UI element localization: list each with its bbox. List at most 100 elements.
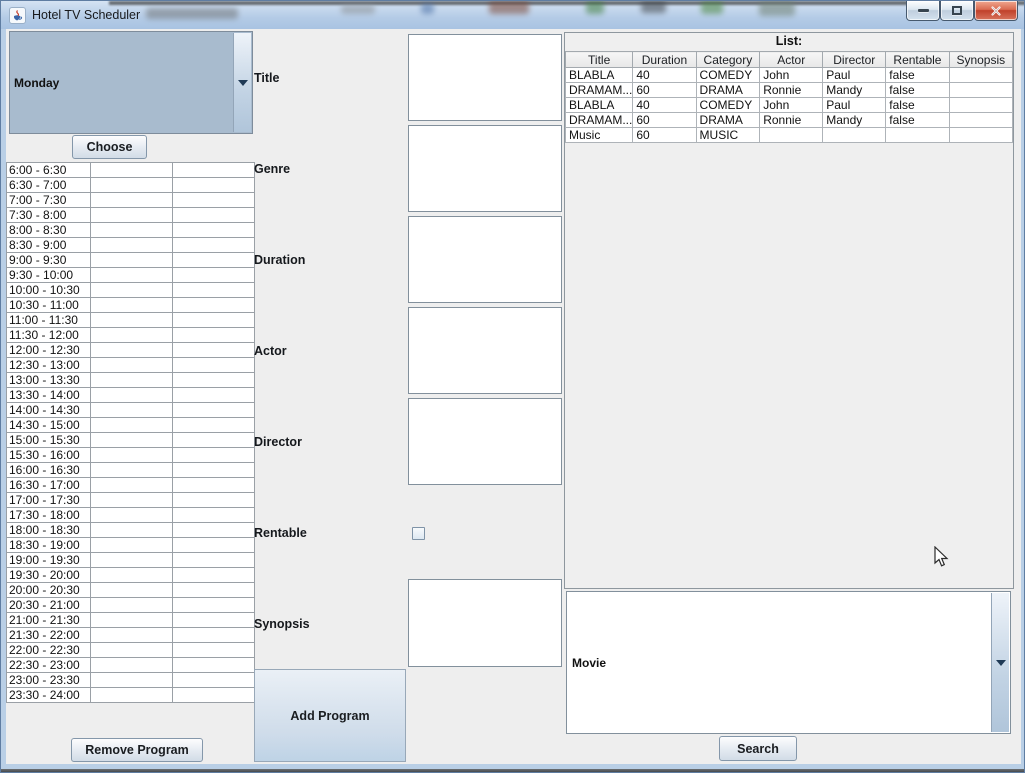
schedule-row[interactable]: 16:30 - 17:00 xyxy=(6,477,255,493)
time-slot-label[interactable]: 23:30 - 24:00 xyxy=(6,687,91,703)
schedule-cell[interactable] xyxy=(172,252,255,268)
time-slot-label[interactable]: 6:30 - 7:00 xyxy=(6,177,91,193)
schedule-cell[interactable] xyxy=(172,357,255,373)
schedule-row[interactable]: 22:00 - 22:30 xyxy=(6,642,255,658)
schedule-cell[interactable] xyxy=(172,402,255,418)
schedule-cell[interactable] xyxy=(90,402,173,418)
synopsis-input[interactable] xyxy=(408,579,562,667)
time-slot-label[interactable]: 11:30 - 12:00 xyxy=(6,327,91,343)
time-slot-label[interactable]: 10:00 - 10:30 xyxy=(6,282,91,298)
schedule-row[interactable]: 21:30 - 22:00 xyxy=(6,627,255,643)
time-slot-label[interactable]: 23:00 - 23:30 xyxy=(6,672,91,688)
schedule-cell[interactable] xyxy=(90,222,173,238)
schedule-row[interactable]: 8:00 - 8:30 xyxy=(6,222,255,238)
schedule-cell[interactable] xyxy=(90,657,173,673)
schedule-cell[interactable] xyxy=(90,447,173,463)
list-cell[interactable]: John xyxy=(759,97,824,113)
time-slot-label[interactable]: 15:00 - 15:30 xyxy=(6,432,91,448)
schedule-cell[interactable] xyxy=(90,327,173,343)
category-combobox[interactable]: Movie xyxy=(566,591,1011,734)
schedule-row[interactable]: 19:00 - 19:30 xyxy=(6,552,255,568)
schedule-cell[interactable] xyxy=(90,252,173,268)
schedule-cell[interactable] xyxy=(172,597,255,613)
add-program-button[interactable]: Add Program xyxy=(254,669,406,762)
schedule-row[interactable]: 22:30 - 23:00 xyxy=(6,657,255,673)
day-combobox-arrow-button[interactable] xyxy=(233,33,251,132)
search-button[interactable]: Search xyxy=(719,736,797,761)
schedule-cell[interactable] xyxy=(90,267,173,283)
list-cell[interactable]: DRAMAM... xyxy=(564,82,634,98)
schedule-cell[interactable] xyxy=(172,552,255,568)
schedule-cell[interactable] xyxy=(90,297,173,313)
time-slot-label[interactable]: 6:00 - 6:30 xyxy=(6,162,91,178)
list-cell[interactable]: Mandy xyxy=(822,82,887,98)
category-combobox-arrow-button[interactable] xyxy=(991,593,1009,732)
list-cell[interactable]: 40 xyxy=(632,67,697,83)
list-cell[interactable]: false xyxy=(885,67,950,83)
time-slot-label[interactable]: 19:30 - 20:00 xyxy=(6,567,91,583)
schedule-cell[interactable] xyxy=(90,507,173,523)
schedule-cell[interactable] xyxy=(172,417,255,433)
schedule-cell[interactable] xyxy=(172,687,255,703)
schedule-row[interactable]: 7:00 - 7:30 xyxy=(6,192,255,208)
list-column-header[interactable]: Actor xyxy=(759,51,824,68)
schedule-row[interactable]: 12:30 - 13:00 xyxy=(6,357,255,373)
schedule-row[interactable]: 23:30 - 24:00 xyxy=(6,687,255,703)
time-slot-label[interactable]: 19:00 - 19:30 xyxy=(6,552,91,568)
schedule-cell[interactable] xyxy=(90,237,173,253)
schedule-cell[interactable] xyxy=(90,192,173,208)
list-cell[interactable]: DRAMAM... xyxy=(564,112,634,128)
schedule-cell[interactable] xyxy=(90,432,173,448)
title-input[interactable] xyxy=(408,34,562,121)
schedule-row[interactable]: 23:00 - 23:30 xyxy=(6,672,255,688)
list-column-header[interactable]: Rentable xyxy=(885,51,950,68)
list-column-header[interactable]: Category xyxy=(695,51,761,68)
list-cell[interactable] xyxy=(822,127,887,143)
schedule-cell[interactable] xyxy=(90,672,173,688)
list-cell[interactable]: 60 xyxy=(632,82,697,98)
schedule-row[interactable]: 11:00 - 11:30 xyxy=(6,312,255,328)
schedule-cell[interactable] xyxy=(172,522,255,538)
list-cell[interactable]: Ronnie xyxy=(759,82,824,98)
schedule-row[interactable]: 10:00 - 10:30 xyxy=(6,282,255,298)
list-column-header[interactable]: Duration xyxy=(632,51,697,68)
schedule-cell[interactable] xyxy=(90,207,173,223)
time-slot-label[interactable]: 18:30 - 19:00 xyxy=(6,537,91,553)
list-cell[interactable]: false xyxy=(885,82,950,98)
time-slot-label[interactable]: 12:00 - 12:30 xyxy=(6,342,91,358)
list-cell[interactable]: 60 xyxy=(632,127,697,143)
time-slot-label[interactable]: 14:00 - 14:30 xyxy=(6,402,91,418)
time-slot-label[interactable]: 9:00 - 9:30 xyxy=(6,252,91,268)
schedule-cell[interactable] xyxy=(90,477,173,493)
schedule-cell[interactable] xyxy=(90,612,173,628)
schedule-cell[interactable] xyxy=(172,207,255,223)
schedule-row[interactable]: 13:30 - 14:00 xyxy=(6,387,255,403)
list-cell[interactable] xyxy=(885,127,950,143)
list-cell[interactable] xyxy=(759,127,824,143)
schedule-cell[interactable] xyxy=(90,282,173,298)
list-cell[interactable]: MUSIC xyxy=(695,127,761,143)
schedule-cell[interactable] xyxy=(172,672,255,688)
list-cell[interactable]: DRAMA xyxy=(695,112,761,128)
list-row[interactable]: Music 60 MUSIC xyxy=(564,127,1014,143)
schedule-cell[interactable] xyxy=(90,177,173,193)
time-slot-label[interactable]: 20:00 - 20:30 xyxy=(6,582,91,598)
titlebar[interactable]: Hotel TV Scheduler xyxy=(1,1,1024,29)
list-cell[interactable]: Ronnie xyxy=(759,112,824,128)
list-cell[interactable]: false xyxy=(885,112,950,128)
list-cell[interactable] xyxy=(948,127,1014,143)
schedule-row[interactable]: 12:00 - 12:30 xyxy=(6,342,255,358)
schedule-cell[interactable] xyxy=(172,177,255,193)
schedule-cell[interactable] xyxy=(90,162,173,178)
schedule-cell[interactable] xyxy=(90,312,173,328)
schedule-row[interactable]: 15:30 - 16:00 xyxy=(6,447,255,463)
time-slot-label[interactable]: 20:30 - 21:00 xyxy=(6,597,91,613)
schedule-cell[interactable] xyxy=(90,417,173,433)
schedule-cell[interactable] xyxy=(90,627,173,643)
close-button[interactable] xyxy=(974,1,1018,21)
schedule-row[interactable]: 10:30 - 11:00 xyxy=(6,297,255,313)
schedule-cell[interactable] xyxy=(90,492,173,508)
schedule-cell[interactable] xyxy=(172,642,255,658)
schedule-row[interactable]: 7:30 - 8:00 xyxy=(6,207,255,223)
schedule-cell[interactable] xyxy=(90,552,173,568)
